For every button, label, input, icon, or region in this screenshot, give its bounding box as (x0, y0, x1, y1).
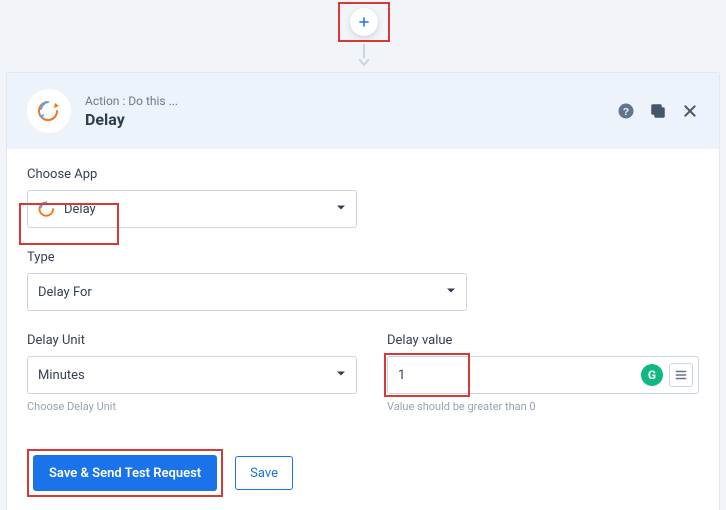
type-value: Delay For (38, 285, 92, 300)
chevron-down-icon (446, 285, 456, 300)
save-send-test-button[interactable]: Save & Send Test Request (33, 455, 217, 491)
svg-text:?: ? (623, 106, 629, 118)
delay-icon (38, 200, 56, 218)
card-header: Action : Do this ... Delay ? (7, 73, 719, 149)
delay-unit-value: Minutes (38, 368, 85, 383)
add-step-button[interactable] (350, 8, 378, 36)
chevron-down-icon (336, 202, 346, 217)
app-icon-badge (27, 89, 71, 133)
type-label: Type (27, 250, 699, 265)
choose-app-label: Choose App (27, 167, 699, 182)
card-subtitle: Action : Do this ... (85, 94, 617, 108)
delay-icon (37, 99, 61, 123)
chevron-down-icon (336, 368, 346, 383)
choose-app-value: Delay (64, 202, 96, 217)
choose-app-select[interactable]: Delay (27, 190, 357, 228)
grammarly-icon[interactable]: G (641, 364, 663, 386)
menu-icon[interactable] (669, 363, 693, 387)
close-icon[interactable] (681, 102, 699, 120)
save-button[interactable]: Save (235, 456, 293, 490)
delay-unit-help: Choose Delay Unit (27, 400, 357, 413)
help-icon[interactable]: ? (617, 102, 635, 120)
save-test-highlight: Save & Send Test Request (27, 449, 223, 497)
delay-value-help: Value should be greater than 0 (387, 400, 699, 413)
add-step-highlight (338, 2, 390, 42)
delay-value-label: Delay value (387, 333, 699, 348)
delay-unit-select[interactable]: Minutes (27, 356, 357, 394)
connector-arrow (358, 56, 370, 68)
action-card: Action : Do this ... Delay ? Choose App (6, 72, 720, 510)
plus-icon (357, 15, 371, 29)
delay-unit-label: Delay Unit (27, 333, 357, 348)
card-body: Choose App Delay Type Delay For (7, 149, 719, 510)
copy-icon[interactable] (649, 102, 667, 120)
type-select[interactable]: Delay For (27, 273, 467, 311)
card-title: Delay (85, 110, 617, 129)
